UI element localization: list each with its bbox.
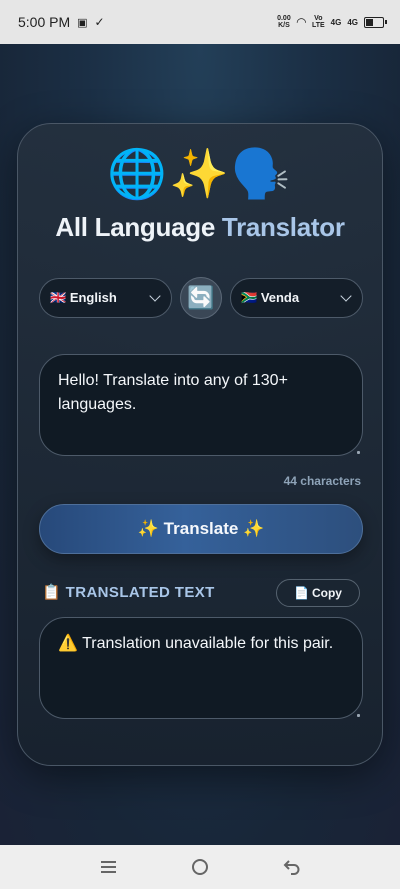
volte-indicator: Vo LTE xyxy=(311,15,325,29)
translator-card: 🌐✨🗣️ All Language Translator 🇬🇧 English … xyxy=(17,123,383,766)
app-screen: 🌐✨🗣️ All Language Translator 🇬🇧 English … xyxy=(0,44,400,845)
wifi-icon: ◠ xyxy=(296,15,306,29)
clipboard-icon: 📋 xyxy=(42,584,62,601)
target-language-select[interactable]: 🇿🇦 Venda xyxy=(230,278,363,318)
language-selector-row: 🇬🇧 English 🔄 🇿🇦 Venda xyxy=(39,277,363,319)
copy-button[interactable]: 📄 Copy xyxy=(276,579,360,607)
resize-handle[interactable] xyxy=(357,714,360,717)
output-header: 📋 TRANSLATED TEXT 📄 Copy xyxy=(42,579,360,607)
uk-flag-icon: 🇬🇧 xyxy=(50,290,67,305)
output-label-text: TRANSLATED TEXT xyxy=(65,584,215,601)
swap-languages-button[interactable]: 🔄 xyxy=(180,277,222,319)
signal-icon-1: 4G xyxy=(330,17,342,27)
chevron-down-icon xyxy=(149,290,161,302)
source-language-select[interactable]: 🇬🇧 English xyxy=(39,278,172,318)
check-icon: ✓ xyxy=(94,15,105,29)
battery-icon xyxy=(364,16,387,28)
app-title: All Language Translator xyxy=(18,212,382,243)
target-language-value: 🇿🇦 Venda xyxy=(241,290,299,306)
translate-button[interactable]: ✨ Translate ✨ xyxy=(39,504,363,554)
title-text: All Language xyxy=(55,212,222,242)
source-text-input[interactable]: Hello! Translate into any of 130+ langua… xyxy=(39,354,363,456)
resize-handle[interactable] xyxy=(357,451,360,454)
source-language-value: 🇬🇧 English xyxy=(50,290,117,306)
output-section-label: 📋 TRANSLATED TEXT xyxy=(42,583,215,601)
menu-button[interactable] xyxy=(93,852,123,882)
status-bar: 5:00 PM ▣ ✓ 0.00 K/S ◠ Vo LTE 4G 4G xyxy=(0,0,400,44)
home-icon xyxy=(192,859,208,875)
home-button[interactable] xyxy=(185,852,215,882)
menu-icon xyxy=(100,861,116,873)
translated-text-output[interactable]: ⚠️ Translation unavailable for this pair… xyxy=(39,617,363,719)
character-count: 44 characters xyxy=(283,474,361,488)
header-emoji-icon: 🌐✨🗣️ xyxy=(107,148,293,201)
south-africa-flag-icon: 🇿🇦 xyxy=(241,290,258,305)
chevron-down-icon xyxy=(340,290,352,302)
notification-icon: ▣ xyxy=(77,16,88,29)
source-text-value: Hello! Translate into any of 130+ langua… xyxy=(58,372,288,413)
title-accent-text: Translator xyxy=(221,212,345,242)
source-language-label: English xyxy=(69,290,117,305)
swap-icon: 🔄 xyxy=(187,285,215,310)
status-time: 5:00 PM xyxy=(18,14,71,30)
back-button[interactable] xyxy=(277,852,307,882)
copy-label: Copy xyxy=(311,586,342,600)
navigation-bar xyxy=(0,845,400,889)
document-icon: 📄 xyxy=(294,586,309,600)
back-icon xyxy=(283,860,300,875)
translated-text-value: ⚠️ Translation unavailable for this pair… xyxy=(58,635,334,652)
target-language-label: Venda xyxy=(260,290,300,305)
network-speed: 0.00 K/S xyxy=(277,15,291,29)
signal-icon-2: 4G xyxy=(347,17,358,27)
